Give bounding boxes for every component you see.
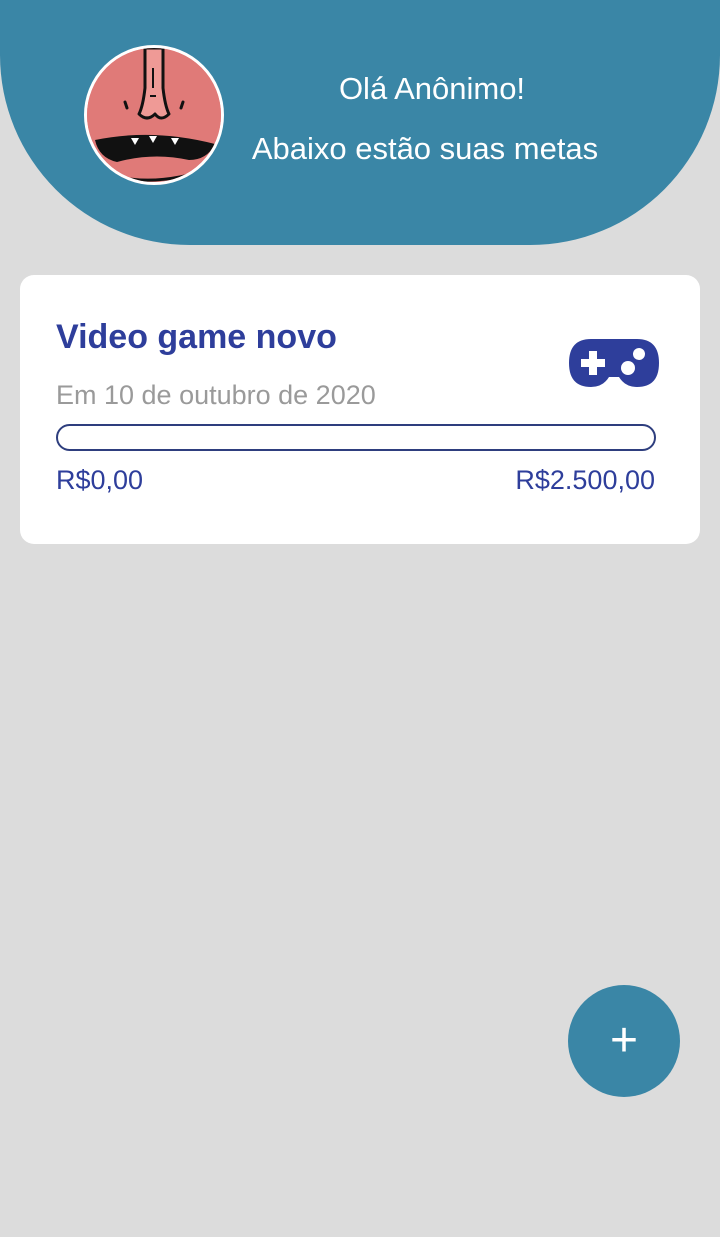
- cartoon-face-icon: [87, 48, 221, 182]
- goal-title: Video game novo: [56, 318, 337, 356]
- goal-date: Em 10 de outubro de 2020: [56, 380, 376, 410]
- gamepad-icon: [567, 337, 661, 389]
- goal-card[interactable]: Video game novo Em 10 de outubro de 2020…: [20, 275, 700, 544]
- goal-target-amount: R$2.500,00: [515, 465, 655, 495]
- header: Olá Anônimo! Abaixo estão suas metas: [0, 0, 720, 245]
- avatar[interactable]: [84, 45, 224, 185]
- greeting-text: Olá Anônimo!: [338, 71, 526, 106]
- goal-current-amount: R$0,00: [56, 465, 144, 495]
- add-icon: +: [609, 1014, 639, 1067]
- goal-progress-bar: [56, 424, 656, 451]
- add-goal-button[interactable]: +: [568, 985, 680, 1097]
- header-subtitle: Abaixo estão suas metas: [251, 131, 599, 166]
